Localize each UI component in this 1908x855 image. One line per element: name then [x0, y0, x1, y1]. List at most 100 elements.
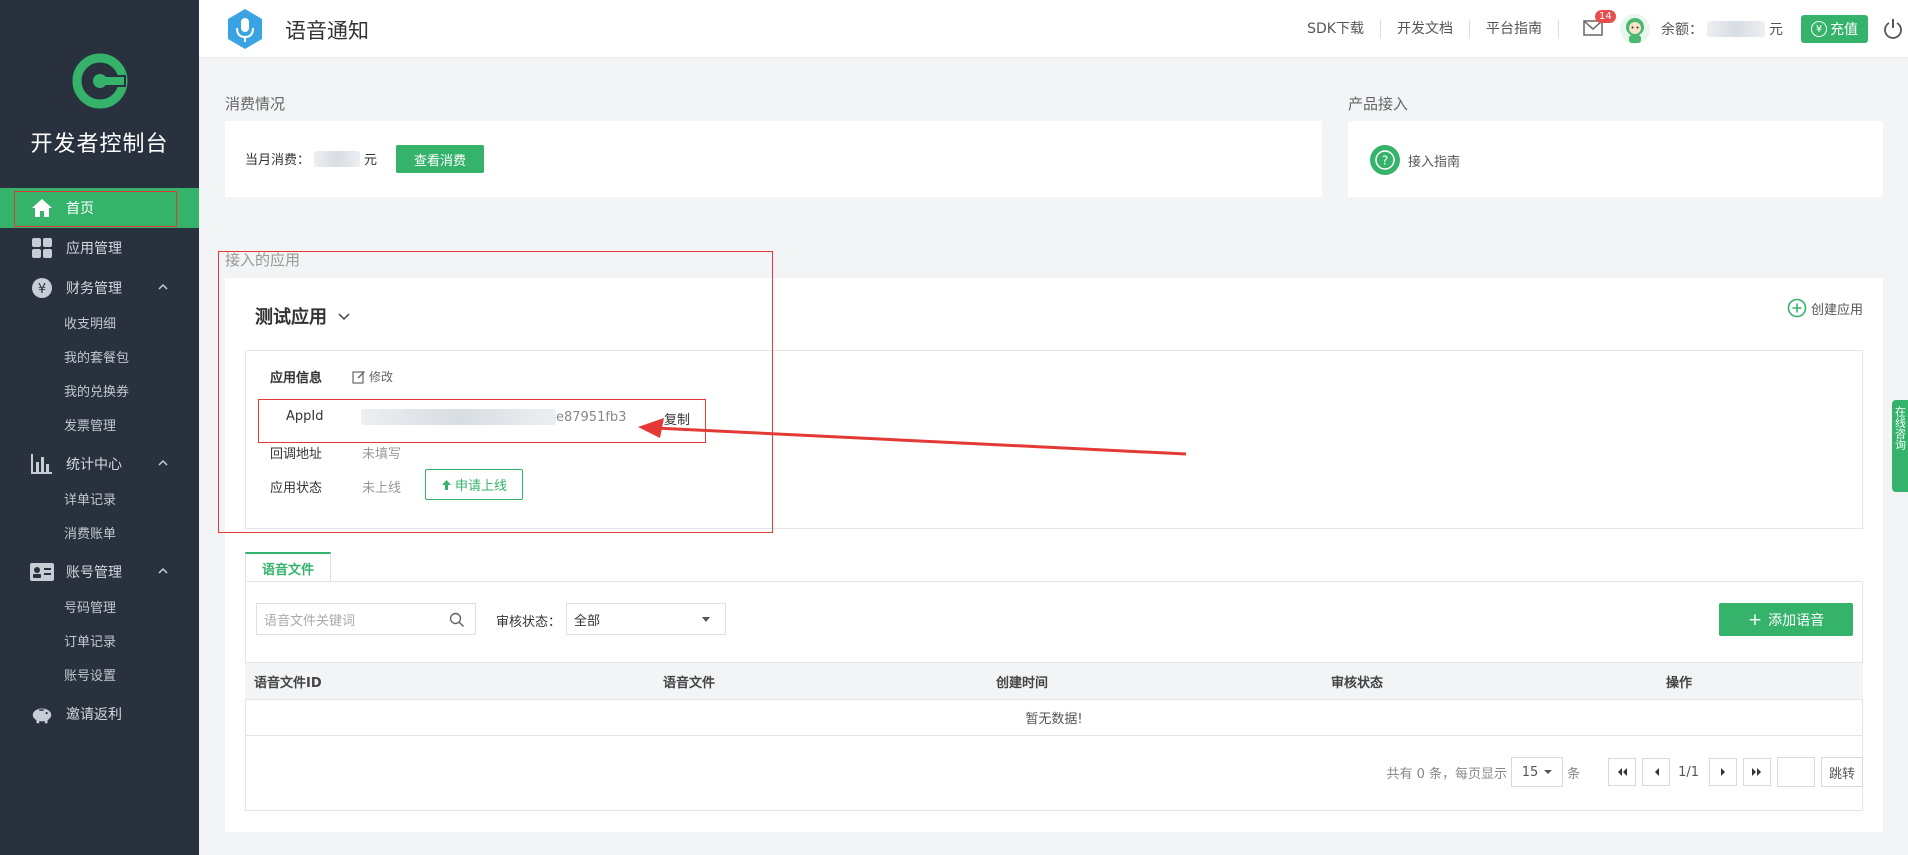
mail-badge: 14: [1595, 10, 1616, 23]
id-card-icon: [30, 560, 54, 584]
sidebar-subitem[interactable]: 我的套餐包: [0, 342, 199, 376]
pager-total: 共有 0 条，每页显示: [1386, 766, 1508, 782]
caret-down-icon: [702, 617, 710, 622]
prev-page-button[interactable]: [1642, 758, 1671, 786]
audit-status-select[interactable]: 全部: [566, 603, 726, 635]
yen-circle-icon: ¥: [1811, 21, 1827, 37]
jump-button[interactable]: 跳转: [1821, 757, 1863, 787]
sidebar-item-account[interactable]: 账号管理: [0, 552, 199, 592]
next-page-button[interactable]: [1709, 758, 1737, 786]
appid-blurred: [361, 409, 556, 425]
guide-link[interactable]: 平台指南: [1470, 20, 1559, 38]
search-input[interactable]: 语音文件关键词: [256, 603, 476, 635]
col-actions: 操作: [1657, 662, 1863, 700]
col-audit-status[interactable]: 审核状态: [1322, 662, 1657, 700]
plus-icon: +: [1747, 609, 1763, 630]
view-consumption-button[interactable]: 查看消费: [396, 145, 484, 173]
sdk-download-link[interactable]: SDK下载: [1291, 20, 1381, 38]
sidebar-subitem[interactable]: 消费账单: [0, 518, 199, 552]
appid-value: e87951fb3: [556, 409, 627, 425]
current-app-name: 测试应用: [255, 307, 327, 328]
edit-button[interactable]: 修改: [352, 368, 393, 385]
create-app-button[interactable]: 创建应用: [1787, 298, 1863, 318]
voice-files-table: 语音文件ID 语音文件 创建时间 审核状态 操作 暂无数据!: [245, 662, 1863, 736]
page-title: 语音通知: [285, 19, 369, 43]
microphone-icon: [228, 9, 262, 49]
apply-online-button[interactable]: 申请上线: [425, 469, 523, 500]
annotation-arrow: [638, 418, 1187, 456]
monthly-consumption-label: 当月消费：: [245, 153, 311, 168]
tab-voice-files[interactable]: 语音文件: [245, 552, 332, 582]
sidebar-item-finance[interactable]: ¥ 财务管理: [0, 268, 199, 308]
balance-unit: 元: [1769, 22, 1783, 38]
apply-online-label: 申请上线: [454, 479, 507, 494]
guide-link[interactable]: ? 接入指南: [1370, 145, 1460, 175]
sidebar-item-apps[interactable]: 应用管理: [0, 228, 199, 268]
balance-amount-blurred: [1707, 21, 1765, 37]
brand-title: 开发者控制台: [30, 132, 169, 157]
audit-status-value: 全部: [574, 613, 601, 629]
last-page-button[interactable]: [1743, 758, 1771, 786]
product-card: ? 接入指南: [1348, 121, 1883, 197]
top-bar: 语音通知 SDK下载 开发文档 平台指南 14 余额： 元 ¥ 充值: [199, 0, 1908, 58]
search-icon[interactable]: [449, 612, 465, 628]
svg-text:¥: ¥: [38, 282, 46, 297]
app-selector[interactable]: 测试应用: [255, 303, 351, 329]
apps-title: 接入的应用: [225, 251, 301, 269]
app-info-label: 应用信息: [270, 371, 323, 386]
product-title: 产品接入: [1348, 95, 1409, 113]
page-size-select[interactable]: 15: [1511, 757, 1564, 787]
sidebar-subitem[interactable]: 订单记录: [0, 626, 199, 660]
col-created-time[interactable]: 创建时间: [987, 662, 1322, 700]
power-icon[interactable]: [1882, 18, 1904, 40]
consumption-title: 消费情况: [225, 95, 286, 113]
sidebar-subitem[interactable]: 收支明细: [0, 308, 199, 342]
monthly-amount-blurred: [314, 150, 361, 167]
consumption-card: 当月消费： 元 查看消费: [225, 121, 1322, 197]
online-consult-tab[interactable]: 在线咨询: [1892, 400, 1908, 492]
page-indicator: 1/1: [1678, 764, 1699, 780]
top-links: SDK下载 开发文档 平台指南 14 余额： 元 ¥ 充值: [1291, 0, 1908, 58]
sidebar-subitem[interactable]: 发票管理: [0, 410, 199, 444]
plus-circle-icon: [1787, 298, 1807, 318]
callback-value: 未填写: [362, 447, 402, 462]
chevron-up-icon[interactable]: [157, 281, 169, 293]
sidebar-subitem[interactable]: 详单记录: [0, 484, 199, 518]
col-voice-file[interactable]: 语音文件: [654, 662, 987, 700]
home-icon: [30, 196, 54, 220]
sidebar-item-label: 邀请返利: [66, 707, 122, 723]
sidebar-item-stats[interactable]: 统计中心: [0, 444, 199, 484]
status-label: 应用状态: [270, 481, 323, 496]
sidebar-subitem[interactable]: 我的兑换券: [0, 376, 199, 410]
guide-label: 接入指南: [1408, 154, 1461, 170]
first-page-button[interactable]: [1608, 758, 1637, 786]
sidebar-subitem[interactable]: 号码管理: [0, 592, 199, 626]
search-placeholder: 语音文件关键词: [264, 613, 356, 629]
docs-link[interactable]: 开发文档: [1381, 20, 1470, 38]
recharge-button[interactable]: ¥ 充值: [1801, 15, 1868, 43]
sidebar-item-home[interactable]: 首页: [0, 188, 199, 228]
avatar[interactable]: [1619, 13, 1651, 45]
add-voice-button[interactable]: + 添加语音: [1719, 603, 1853, 636]
piggy-bank-icon: [30, 702, 54, 726]
mail-button[interactable]: 14: [1583, 10, 1616, 38]
chevron-left-icon: [1654, 768, 1659, 776]
col-voice-id[interactable]: 语音文件ID: [245, 662, 654, 700]
sidebar-subitem[interactable]: 账号设置: [0, 660, 199, 694]
chevron-up-icon[interactable]: [157, 565, 169, 577]
caret-down-icon: [1544, 769, 1553, 774]
chevron-down-icon: [338, 313, 350, 321]
add-voice-label: 添加语音: [1768, 612, 1825, 629]
page-jump-input[interactable]: [1777, 757, 1815, 787]
table-header-row: 语音文件ID 语音文件 创建时间 审核状态 操作: [245, 662, 1863, 700]
table-row: 暂无数据!: [245, 699, 1863, 736]
sidebar-item-referral[interactable]: 邀请返利: [0, 694, 199, 734]
double-chevron-right-icon: [1752, 768, 1761, 776]
sidebar-item-label: 账号管理: [66, 565, 122, 581]
empty-message: 暂无数据!: [245, 699, 1863, 736]
balance: 余额： 元: [1661, 19, 1783, 39]
edit-label: 修改: [369, 370, 394, 384]
chevron-up-icon[interactable]: [157, 457, 169, 469]
sidebar-item-label: 首页: [66, 201, 94, 217]
brand-logo-icon: [72, 53, 128, 109]
